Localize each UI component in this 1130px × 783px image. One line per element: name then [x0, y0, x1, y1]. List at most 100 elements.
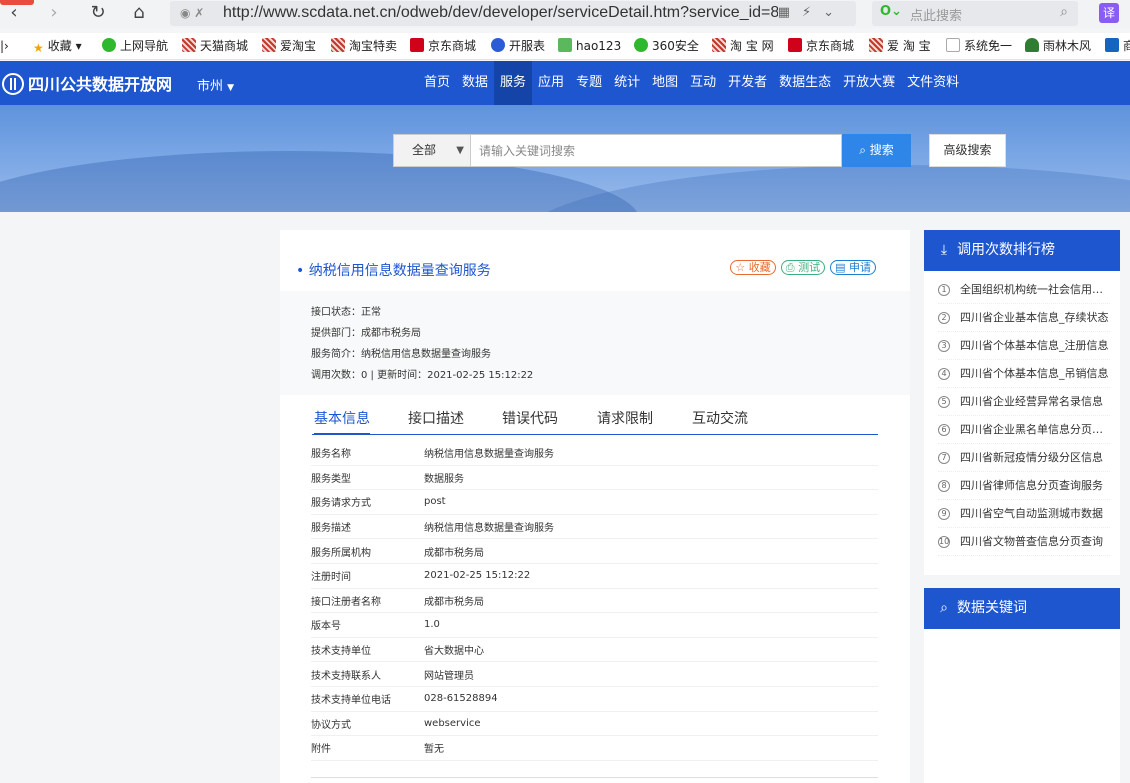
list-item[interactable]: 7 四川省新冠疫情分级分区信息 — [938, 444, 1110, 472]
tab-interface-desc[interactable]: 接口描述 — [408, 407, 464, 435]
list-item[interactable]: 2 四川省企业基本信息_存续状态 — [938, 304, 1110, 332]
info-key: 技术支持单位电话 — [311, 695, 391, 707]
translate-button[interactable]: 译 — [1099, 3, 1119, 23]
bookmark-item[interactable]: 天猫商城 — [182, 37, 248, 55]
rank-label: 四川省个体基本信息_吊销信息 — [960, 366, 1109, 380]
list-item[interactable]: 10 四川省文物普查信息分页查询 — [938, 528, 1110, 556]
provider-department: 提供部门：成都市税务局 — [311, 328, 421, 339]
nav-item-developer[interactable]: 开发者 — [722, 61, 773, 105]
address-bar[interactable]: ◉ ✗ http://www.scdata.net.cn/odweb/dev/d… — [170, 1, 856, 26]
bookmark-item[interactable]: 京东商城 — [788, 37, 854, 55]
list-item[interactable]: 4 四川省个体基本信息_吊销信息 — [938, 360, 1110, 388]
list-item[interactable]: 8 四川省律师信息分页查询服务 — [938, 472, 1110, 500]
bookmark-item[interactable]: 360安全 — [634, 37, 699, 55]
info-key: 服务类型 — [311, 473, 351, 485]
advanced-search-button[interactable]: 高级搜索 — [929, 134, 1006, 167]
tab-request-limits[interactable]: 请求限制 — [597, 407, 653, 435]
favorite-button[interactable]: ☆ 收藏 — [730, 260, 776, 275]
city-selector[interactable]: 市州 ▼ — [197, 75, 234, 94]
list-item[interactable]: 5 四川省企业经营异常名录信息 — [938, 388, 1110, 416]
bookmark-item[interactable]: 淘 宝 网 — [712, 37, 774, 55]
nav-item-data[interactable]: 数据 — [456, 61, 494, 105]
home-icon[interactable]: ⌂ — [127, 2, 151, 24]
service-detail-panel: • 纳税信用信息数据量查询服务 ☆ 收藏 ⎙ 测试 ▤ 申请 接口状态：正常 提… — [280, 230, 910, 783]
tab-basic-info[interactable]: 基本信息 — [314, 407, 370, 435]
bookmark-label: 商 — [1123, 39, 1130, 53]
info-key: 服务请求方式 — [311, 498, 371, 510]
search-icon: ⌕ — [859, 143, 866, 157]
test-button[interactable]: ⎙ 测试 — [780, 260, 826, 275]
download-icon: ⤓ — [940, 242, 948, 258]
list-item[interactable]: 9 四川省空气自动监测城市数据 — [938, 500, 1110, 528]
apply-button[interactable]: ▤ 申请 — [830, 260, 876, 275]
info-value: 省大数据中心 — [424, 646, 484, 658]
search-icon[interactable]: ⌕ — [1060, 4, 1068, 20]
bookmark-label: 系统免一 — [964, 39, 1013, 53]
info-value: 数据服务 — [424, 473, 464, 485]
ranking-header: ⤓ 调用次数排行榜 — [924, 230, 1120, 271]
table-row: 注册时间 2021-02-25 15:12:22 — [311, 564, 878, 589]
logo-mark-icon — [2, 73, 24, 95]
service-actions: ☆ 收藏 ⎙ 测试 ▤ 申请 — [730, 260, 876, 275]
rank-number: 6 — [938, 423, 950, 436]
table-row: 技术支持联系人 网站管理员 — [311, 662, 878, 687]
bookmark-favorites[interactable]: ★ 收藏 ▾ — [33, 37, 82, 55]
table-row: 协议方式 webservice — [311, 712, 878, 737]
nav-item-contest[interactable]: 开放大赛 — [837, 61, 901, 105]
bookmark-item[interactable]: 爱 淘 宝 — [869, 37, 931, 55]
bookmark-item[interactable]: 系统免一 — [946, 37, 1012, 55]
search-button[interactable]: ⌕ 搜索 — [842, 134, 911, 167]
rank-label: 四川省文物普查信息分页查询 — [960, 534, 1103, 548]
bookmark-item[interactable]: 商 — [1105, 37, 1130, 55]
table-row: 技术支持单位电话 028-61528894 — [311, 687, 878, 712]
keyword-search-input[interactable] — [471, 134, 842, 167]
table-row: 服务名称 纳税信用信息数据量查询服务 — [311, 441, 878, 466]
main-nav: 首页 数据 服务 应用 专题 统计 地图 互动 开发者 数据生态 开放大赛 文件… — [418, 61, 965, 105]
nav-item-map[interactable]: 地图 — [646, 61, 684, 105]
info-value: 纳税信用信息数据量查询服务 — [424, 449, 554, 461]
bookmark-label: 开服表 — [509, 39, 546, 53]
search-scope-select[interactable]: 全部 ▼ — [393, 134, 471, 167]
nav-item-home[interactable]: 首页 — [418, 61, 456, 105]
tab-interaction[interactable]: 互动交流 — [692, 407, 748, 435]
nav-item-interact[interactable]: 互动 — [684, 61, 722, 105]
bookmarks-toggle-icon[interactable]: |› — [0, 37, 9, 55]
bookmark-item[interactable]: 淘宝特卖 — [331, 37, 397, 55]
bookmark-item[interactable]: 爱淘宝 — [262, 37, 316, 55]
site-header: 四川公共数据开放网 市州 ▼ 首页 数据 服务 应用 专题 统计 地图 互动 开… — [0, 61, 1130, 105]
bookmark-item[interactable]: 京东商城 — [410, 37, 476, 55]
keywords-title: 数据关键词 — [957, 600, 1027, 616]
nav-item-service[interactable]: 服务 — [494, 61, 533, 105]
address-bar-tools-icon[interactable]: ▦⚡⌄ — [778, 5, 846, 20]
nav-item-topics[interactable]: 专题 — [570, 61, 608, 105]
bookmark-item[interactable]: hao123 — [558, 37, 621, 55]
nav-icon — [634, 38, 648, 52]
bookmark-item[interactable]: 开服表 — [491, 37, 545, 55]
table-row: 服务所属机构 成都市税务局 — [311, 539, 878, 564]
apply-label: 申请 — [849, 261, 871, 274]
info-value: 成都市税务局 — [424, 596, 484, 608]
jd-icon — [788, 38, 802, 52]
info-value: 成都市税务局 — [424, 547, 484, 559]
forward-icon[interactable]: › — [42, 2, 66, 24]
browser-search-box[interactable]: O⌄ 点此搜索 ⌕ — [872, 1, 1078, 26]
bookmark-item[interactable]: 上网导航 — [102, 37, 168, 55]
nav-item-docs[interactable]: 文件资料 — [901, 61, 965, 105]
calendar-icon: ▤ — [835, 261, 846, 274]
list-item[interactable]: 1 全国组织机构统一社会信用代码查询 — [938, 276, 1110, 304]
list-item[interactable]: 3 四川省个体基本信息_注册信息 — [938, 332, 1110, 360]
url-text[interactable]: http://www.scdata.net.cn/odweb/dev/devel… — [223, 4, 778, 22]
refresh-icon[interactable]: ↻ — [86, 2, 110, 24]
search-engine-icon[interactable]: O⌄ — [880, 4, 902, 19]
keywords-card: ⌕ 数据关键词 — [924, 588, 1120, 783]
nav-item-ecosystem[interactable]: 数据生态 — [773, 61, 837, 105]
tab-error-codes[interactable]: 错误代码 — [502, 407, 558, 435]
bookmark-item[interactable]: 雨林木风 — [1025, 37, 1091, 55]
back-icon[interactable]: ‹ — [2, 2, 26, 24]
test-label: 测试 — [798, 261, 821, 274]
nav-item-stats[interactable]: 统计 — [608, 61, 646, 105]
list-item[interactable]: 6 四川省企业黑名单信息分页查询 — [938, 416, 1110, 444]
ranking-title: 调用次数排行榜 — [957, 242, 1055, 258]
nav-item-apps[interactable]: 应用 — [532, 61, 570, 105]
site-logo[interactable]: 四川公共数据开放网 — [2, 71, 172, 95]
